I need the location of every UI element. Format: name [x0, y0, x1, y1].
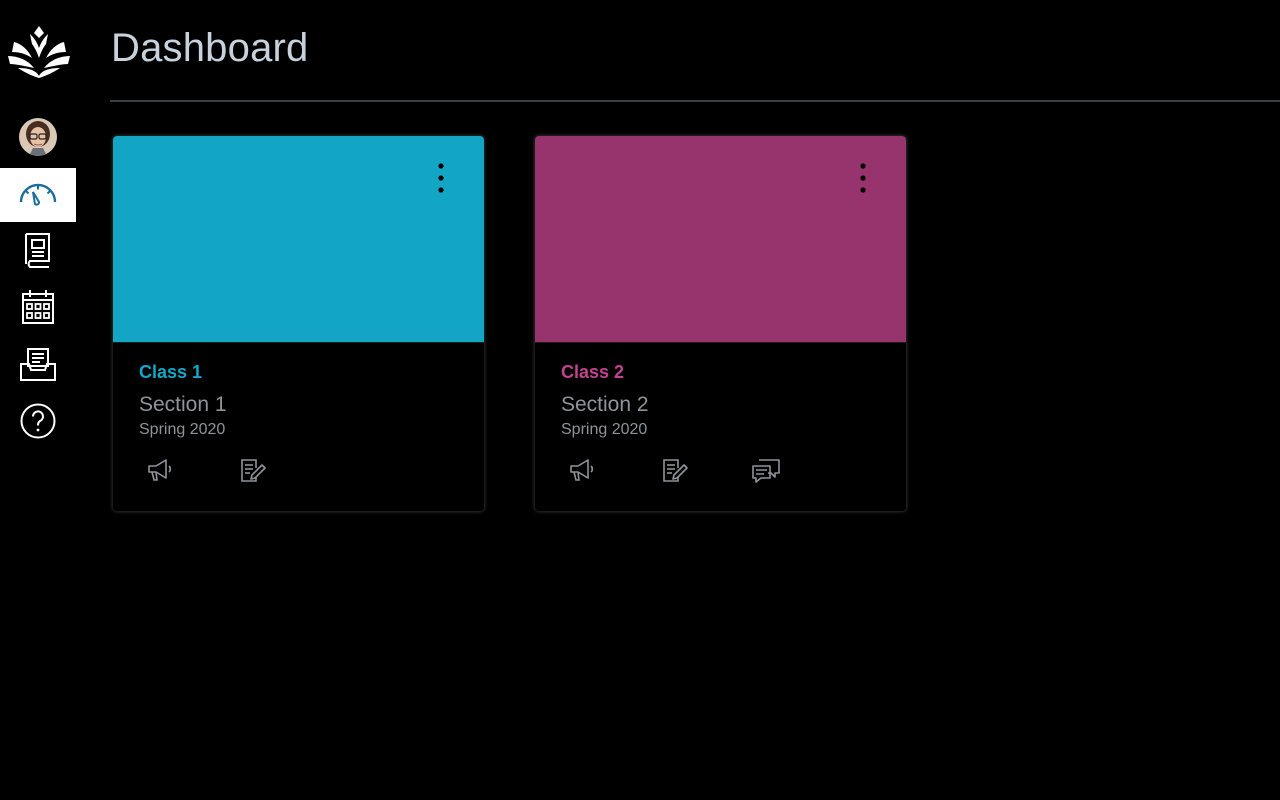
assignments-button[interactable] [234, 456, 270, 488]
course-term: Spring 2020 [561, 421, 648, 438]
card-divider [113, 342, 484, 343]
assignments-button[interactable] [656, 456, 692, 488]
course-section: Section 1 [139, 393, 227, 416]
book-icon [22, 231, 54, 274]
course-card-hero[interactable] [535, 136, 906, 342]
announcements-icon [146, 457, 174, 488]
sidebar-item-inbox[interactable] [0, 339, 76, 393]
sidebar-item-dashboard[interactable] [0, 168, 76, 222]
avatar[interactable] [19, 118, 57, 156]
announcements-button[interactable] [564, 456, 600, 488]
assignments-icon [238, 457, 266, 488]
course-section: Section 2 [561, 393, 649, 416]
course-card-hero[interactable] [113, 136, 484, 342]
dashboard-gauge-icon [18, 178, 58, 213]
course-title-link[interactable]: Class 1 [139, 362, 202, 383]
calendar-icon [20, 288, 56, 331]
announcements-button[interactable] [142, 456, 178, 488]
card-options-button[interactable] [848, 162, 878, 198]
course-term: Spring 2020 [139, 421, 226, 438]
header-divider [110, 100, 1280, 102]
inbox-icon [19, 346, 57, 387]
course-card: Class 2 Section 2 Spring 2020 [535, 136, 906, 511]
assignments-icon [660, 457, 688, 488]
help-circle-icon [19, 402, 57, 445]
sidebar-item-courses[interactable] [0, 225, 76, 279]
card-options-button[interactable] [426, 162, 456, 198]
global-navigation [0, 0, 76, 800]
sidebar-item-calendar[interactable] [0, 282, 76, 336]
sidebar-item-help[interactable] [0, 396, 76, 450]
discussions-icon [751, 457, 781, 488]
more-vertical-icon [438, 162, 444, 199]
more-vertical-icon [860, 162, 866, 199]
card-divider [535, 342, 906, 343]
canvas-logo-icon[interactable] [6, 24, 72, 80]
announcements-icon [568, 457, 596, 488]
course-card: Class 1 Section 1 Spring 2020 [113, 136, 484, 511]
page-title: Dashboard [111, 26, 309, 70]
course-title-link[interactable]: Class 2 [561, 362, 624, 383]
discussions-button[interactable] [748, 456, 784, 488]
